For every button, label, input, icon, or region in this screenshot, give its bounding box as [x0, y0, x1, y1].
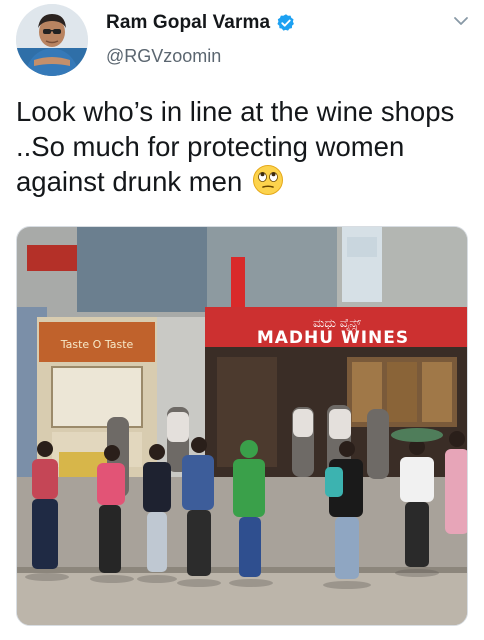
verified-badge-icon	[277, 14, 295, 31]
tweet-text: Look who’s in line at the wine shops ..S…	[16, 96, 455, 197]
left-shop-sign: Taste O Taste	[60, 338, 134, 351]
tweet-photo[interactable]: Taste O Taste ಮಧು ವೈನ್ಸ್ MADHU WINES	[16, 226, 468, 626]
user-handle[interactable]: @RGVzoomin	[106, 46, 221, 67]
tweet-body: Look who’s in line at the wine shops ..S…	[16, 94, 466, 199]
chevron-down-icon[interactable]	[452, 12, 470, 30]
author-name-row: Ram Gopal Varma	[106, 12, 296, 34]
display-name[interactable]: Ram Gopal Varma	[106, 12, 270, 34]
rolling-eyes-emoji-icon	[252, 165, 283, 195]
store-sign: MADHU WINES	[257, 328, 409, 348]
tweet-card: Ram Gopal Varma @RGVzoomin Look who’s in…	[0, 0, 484, 640]
avatar[interactable]	[16, 4, 88, 76]
